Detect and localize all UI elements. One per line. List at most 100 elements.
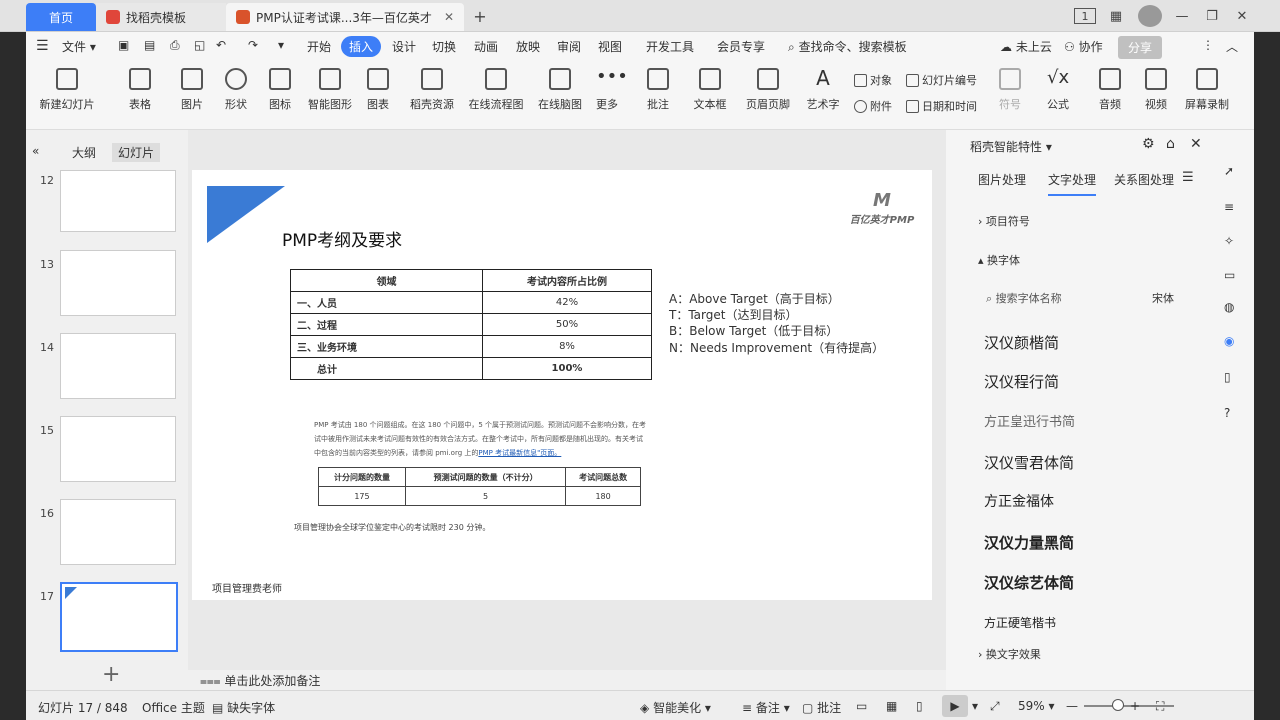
search-command[interactable]: ⌕ 查找命令、搜索模板 — [788, 38, 907, 55]
reading-view-icon[interactable]: ▯ — [916, 699, 923, 713]
font-swap-section[interactable]: ▴ 换字体 — [978, 252, 1020, 268]
bullet-section[interactable]: › 项目符号 — [978, 213, 1030, 229]
object-button[interactable]: 对象 — [854, 72, 892, 88]
play-options-icon[interactable]: ▾ — [972, 699, 978, 713]
tab-outline[interactable]: 大纲 — [72, 144, 96, 161]
new-slide-button[interactable]: 新建幻灯片 — [36, 68, 98, 112]
sliders-icon[interactable]: ≡ — [1224, 200, 1234, 214]
zoom-out-icon[interactable]: — — [1066, 699, 1078, 713]
picture-button[interactable]: 图片 — [170, 68, 214, 112]
slide-thumbnail-15[interactable] — [60, 416, 176, 482]
tab-relation-process[interactable]: 关系图处理 — [1114, 171, 1174, 188]
table-button[interactable]: 表格 — [118, 68, 162, 112]
font-sample-8[interactable]: 方正硬笔楷书 — [984, 614, 1056, 631]
font-sample-6[interactable]: 汉仪力量黑简 — [984, 532, 1074, 553]
slide-thumbnail-14[interactable] — [60, 333, 176, 399]
fullscreen-icon[interactable]: ⛶ — [1156, 699, 1164, 714]
formula-button[interactable]: √x 公式 — [1040, 68, 1076, 112]
online-flowchart-button[interactable]: 在线流程图 — [464, 68, 528, 112]
play-icon[interactable]: ▶ — [942, 695, 968, 717]
smartart-button[interactable]: 智能图形 — [302, 68, 358, 112]
slide-thumbnail-16[interactable] — [60, 499, 176, 565]
smart-beautify[interactable]: ◈ 智能美化 ▾ — [640, 699, 711, 716]
share-button[interactable]: 分享 — [1118, 36, 1163, 59]
tab-document[interactable]: PMP认证考试课...3年—百亿英才 ✕ — [226, 3, 464, 31]
menu-member[interactable]: 会员专享 — [717, 38, 765, 55]
pin-icon[interactable]: ⌂ — [1166, 136, 1175, 152]
video-button[interactable]: 视频 — [1138, 68, 1174, 112]
comment-button[interactable]: 批注 — [638, 68, 678, 112]
collab-button[interactable]: ⚇ 协作 — [1064, 38, 1103, 55]
font-sample-7[interactable]: 汉仪综艺体简 — [984, 572, 1074, 593]
menu-slideshow[interactable]: 放映 — [516, 38, 540, 55]
menu-insert[interactable]: 插入 — [341, 36, 382, 57]
textbox-button[interactable]: 文本框 — [686, 68, 734, 112]
zoom-in-icon[interactable]: + — [1130, 699, 1140, 713]
tab-text-process[interactable]: 文字处理 — [1048, 171, 1097, 196]
font-sample-3[interactable]: 方正皇迅行书简 — [984, 411, 1075, 430]
attachment-button[interactable]: 附件 — [854, 98, 892, 114]
screen-record-button[interactable]: 屏幕录制 — [1182, 68, 1232, 112]
normal-view-icon[interactable]: ▭ — [856, 699, 867, 713]
notes-bar[interactable]: ⩶ 单击此处添加备注 — [188, 670, 946, 690]
book-icon[interactable]: ▯ — [1224, 370, 1231, 384]
theme-name[interactable]: Office 主题 — [142, 699, 205, 716]
menu-file[interactable]: 文件 ▾ — [62, 38, 96, 55]
collapse-panel-icon[interactable]: « — [32, 144, 39, 158]
new-tab-icon[interactable]: + — [470, 6, 490, 26]
collapse-ribbon-icon[interactable]: ︿ — [1226, 38, 1238, 55]
slide-thumbnail-17[interactable] — [60, 582, 178, 652]
export-pdf-icon[interactable]: ▤ — [144, 38, 155, 52]
font-sample-2[interactable]: 汉仪程行简 — [984, 371, 1059, 392]
help-icon[interactable]: ? — [1224, 406, 1230, 420]
font-sample-5[interactable]: 方正金福体 — [984, 491, 1054, 511]
menu-start[interactable]: 开始 — [307, 38, 331, 55]
globe-icon[interactable]: ◉ — [1224, 334, 1234, 348]
menu-transition[interactable]: 切换 — [432, 38, 456, 55]
docer-resources-button[interactable]: 稻壳资源 — [404, 68, 460, 112]
text-effect-section[interactable]: › 换文字效果 — [978, 646, 1041, 662]
preview-icon[interactable]: ◱ — [194, 38, 205, 52]
rocket-icon[interactable]: ➚ — [1224, 164, 1234, 178]
font-search[interactable]: ⌕ 搜索字体名称 — [986, 290, 1062, 306]
sorter-view-icon[interactable]: ▦ — [886, 699, 897, 713]
save-icon[interactable]: ▣ — [118, 38, 129, 52]
more-menu-icon[interactable]: ⋮ — [1202, 38, 1214, 52]
close-tab-icon[interactable]: ✕ — [444, 10, 454, 24]
add-slide-button[interactable]: + — [102, 662, 120, 687]
minimize-icon[interactable]: — — [1172, 6, 1192, 26]
symbol-button[interactable]: 符号 — [992, 68, 1028, 112]
close-window-icon[interactable]: ✕ — [1232, 6, 1252, 26]
slide-thumbnail-12[interactable] — [60, 170, 176, 232]
menu-animation[interactable]: 动画 — [474, 38, 498, 55]
font-sample-4[interactable]: 汉仪雪君体简 — [984, 452, 1074, 473]
icon-button[interactable]: 图标 — [258, 68, 302, 112]
tab-template[interactable]: 找稻壳模板 — [96, 3, 226, 31]
menu-list-icon[interactable]: ☰ — [1182, 170, 1194, 185]
grid-icon[interactable]: ▦ — [1106, 6, 1126, 26]
restore-icon[interactable]: ❐ — [1202, 6, 1222, 26]
tab-slides[interactable]: 幻灯片 — [112, 143, 161, 162]
close-pane-icon[interactable]: ✕ — [1190, 136, 1202, 152]
slide-thumbnail-13[interactable] — [60, 250, 176, 316]
menu-developer[interactable]: 开发工具 — [646, 38, 694, 55]
font-sample-1[interactable]: 汉仪颜楷简 — [984, 332, 1059, 353]
fit-icon[interactable]: ⤢ — [990, 699, 1000, 714]
pmi-link[interactable]: PMP 考试最新信息"页面。 — [478, 449, 561, 457]
avatar[interactable] — [1138, 5, 1162, 27]
more-button[interactable]: ••• 更多 — [588, 68, 628, 112]
chart-button[interactable]: 图表 — [358, 68, 398, 112]
menu-design[interactable]: 设计 — [392, 38, 416, 55]
layout-icon[interactable]: ▭ — [1224, 268, 1235, 282]
window-badge[interactable]: 1 — [1074, 8, 1096, 24]
menu-view[interactable]: 视图 — [598, 38, 622, 55]
notes-toggle[interactable]: ≡ 备注 ▾ — [742, 699, 790, 716]
magic-icon[interactable]: ✧ — [1224, 234, 1234, 248]
palette-icon[interactable]: ◍ — [1224, 300, 1234, 314]
datetime-button[interactable]: 日期和时间 — [906, 98, 977, 114]
slide-number-button[interactable]: 幻灯片编号 — [906, 72, 977, 88]
menu-review[interactable]: 审阅 — [557, 38, 581, 55]
cloud-status[interactable]: ☁ 未上云 — [1000, 38, 1052, 55]
tab-image-process[interactable]: 图片处理 — [978, 171, 1026, 188]
zoom-level[interactable]: 59% ▾ — [1018, 699, 1055, 713]
